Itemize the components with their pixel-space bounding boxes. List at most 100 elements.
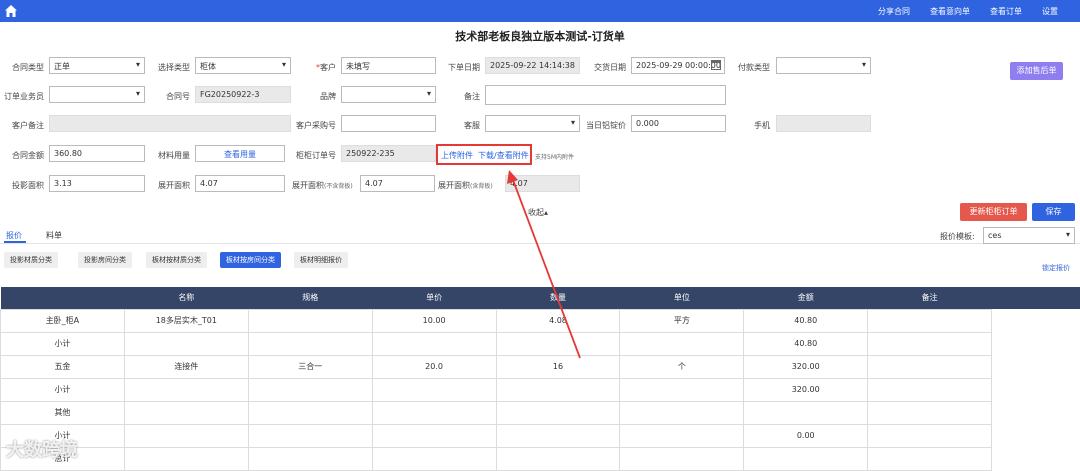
home-icon[interactable]: [4, 4, 18, 18]
table-cell: [371, 446, 497, 471]
view-usage-button[interactable]: 查看用量: [195, 145, 285, 162]
customer-purchase-no-input[interactable]: [341, 115, 436, 132]
table-row: 小计 0.00: [0, 423, 1080, 448]
table-cell: [123, 400, 249, 425]
column-header: 单价: [372, 287, 497, 309]
customer-input[interactable]: 未填写: [341, 57, 436, 74]
material-usage-label: 材料用量: [158, 151, 190, 160]
unfold-area2-input[interactable]: 4.07: [360, 175, 435, 192]
unfold-area-input[interactable]: 4.07: [195, 175, 285, 192]
contract-amount-input[interactable]: 360.80: [49, 145, 145, 162]
projection-area-label: 投影面积: [12, 181, 44, 190]
highlight-box: [436, 144, 532, 165]
table-cell: [867, 400, 993, 425]
table-cell: [619, 400, 745, 425]
nav-view-orders[interactable]: 查看订单: [990, 6, 1022, 17]
table-cell: 连接件: [123, 354, 249, 379]
column-header: 单位: [619, 287, 744, 309]
select-type-select[interactable]: 柜体: [195, 57, 291, 74]
table-cell: [495, 446, 621, 471]
table-cell: [495, 377, 621, 402]
customer-label: *客户: [316, 63, 336, 72]
table-cell: [619, 331, 745, 356]
table-cell: 20.0: [371, 354, 497, 379]
table-cell: [867, 354, 993, 379]
table-cell: 320.00: [743, 354, 869, 379]
contract-amount-label: 合同金额: [12, 151, 44, 160]
payment-type-select[interactable]: [776, 57, 871, 74]
lock-quote-link[interactable]: 锁定报价: [1042, 263, 1070, 273]
table-cell: [247, 400, 373, 425]
quote-template-label: 报价模板:: [940, 232, 975, 241]
table-cell: [371, 400, 497, 425]
customer-purchase-no-label: 客户采购号: [296, 121, 336, 130]
phone-label: 手机: [754, 121, 770, 130]
table-cell: [247, 308, 373, 333]
tab-material-list[interactable]: 料单: [46, 230, 62, 241]
brand-select[interactable]: [341, 86, 436, 103]
table-cell: [619, 377, 745, 402]
delivery-date-input[interactable]: 2025-09-29 00:00:00: [631, 57, 725, 74]
table-row: 小计 40.80: [0, 331, 1080, 356]
service-select[interactable]: [485, 115, 580, 132]
brand-label: 品牌: [320, 92, 336, 101]
table-cell: 16: [495, 354, 621, 379]
calendar-icon[interactable]: [711, 60, 721, 70]
customer-remark-field: [49, 115, 291, 132]
table-cell: [371, 377, 497, 402]
table-cell: [123, 377, 249, 402]
table-cell: [867, 377, 993, 402]
contract-type-select[interactable]: 正单: [49, 57, 145, 74]
table-cell: [247, 331, 373, 356]
daily-price-input[interactable]: 0.000: [631, 115, 726, 132]
table-cell: 个: [619, 354, 745, 379]
subtab-projection-room[interactable]: 投影房间分类: [78, 252, 132, 268]
table-cell: [247, 377, 373, 402]
table-row: 五金 连接件 三合一 20.0 16 个 320.00: [0, 354, 1080, 379]
contract-no-label: 合同号: [166, 92, 190, 101]
collapse-toggle[interactable]: 收起▴: [528, 207, 548, 218]
unfold-area2-label: 展开面积(不含背板): [292, 181, 353, 190]
table-cell: [743, 400, 869, 425]
table-cell: [495, 331, 621, 356]
table-cell: 40.80: [743, 308, 869, 333]
top-bar: 分享合同 查看意向单 查看订单 设置: [0, 0, 1080, 22]
update-cabinet-order-button[interactable]: 更新柜柜订单: [960, 203, 1027, 221]
table-cell: 320.00: [743, 377, 869, 402]
subtab-board-room[interactable]: 板材按房间分类: [220, 252, 281, 268]
table-cell: 18多层实木_T01: [123, 308, 249, 333]
cabinet-order-field: 250922-235: [341, 145, 436, 162]
table-cell: 10.00: [371, 308, 497, 333]
add-after-sale-button[interactable]: 添加售后单: [1010, 62, 1063, 80]
cabinet-order-label: 柜柜订单号: [296, 151, 336, 160]
table-cell: 主卧_柜A: [0, 308, 125, 333]
nav-settings[interactable]: 设置: [1042, 6, 1058, 17]
subtab-board-material[interactable]: 板材按材质分类: [146, 252, 207, 268]
table-row: 主卧_柜A 18多层实木_T01 10.00 4.08 平方 40.80: [0, 308, 1080, 333]
save-button[interactable]: 保存: [1032, 203, 1075, 221]
page-title: 技术部老板良独立版本测试-订货单: [455, 30, 625, 43]
top-nav: 分享合同 查看意向单 查看订单 设置: [878, 6, 1058, 17]
projection-area-input[interactable]: 3.13: [49, 175, 145, 192]
tabs-divider: [0, 243, 1080, 244]
table-cell: 0.00: [743, 423, 869, 448]
tab-quote[interactable]: 报价: [6, 230, 22, 241]
subtab-projection-material[interactable]: 投影材质分类: [4, 252, 58, 268]
subtab-board-detail[interactable]: 板材明细报价: [294, 252, 348, 268]
daily-price-label: 当日铝锭价: [586, 121, 626, 130]
table-cell: 平方: [619, 308, 745, 333]
remark-textarea[interactable]: [485, 85, 726, 105]
quote-template-select[interactable]: ces: [983, 227, 1075, 244]
table-cell-spacer: [992, 332, 1080, 355]
nav-view-intent[interactable]: 查看意向单: [930, 6, 970, 17]
salesperson-select[interactable]: [49, 86, 145, 103]
table-cell: 小计: [0, 331, 125, 356]
table-row: 总计: [0, 446, 1080, 471]
nav-share-contract[interactable]: 分享合同: [878, 6, 910, 17]
table-cell: [867, 446, 993, 471]
column-header: 金额: [743, 287, 868, 309]
column-header: 数量: [496, 287, 620, 309]
phone-field: [776, 115, 871, 132]
table-cell: [123, 446, 249, 471]
table-cell: [619, 423, 745, 448]
